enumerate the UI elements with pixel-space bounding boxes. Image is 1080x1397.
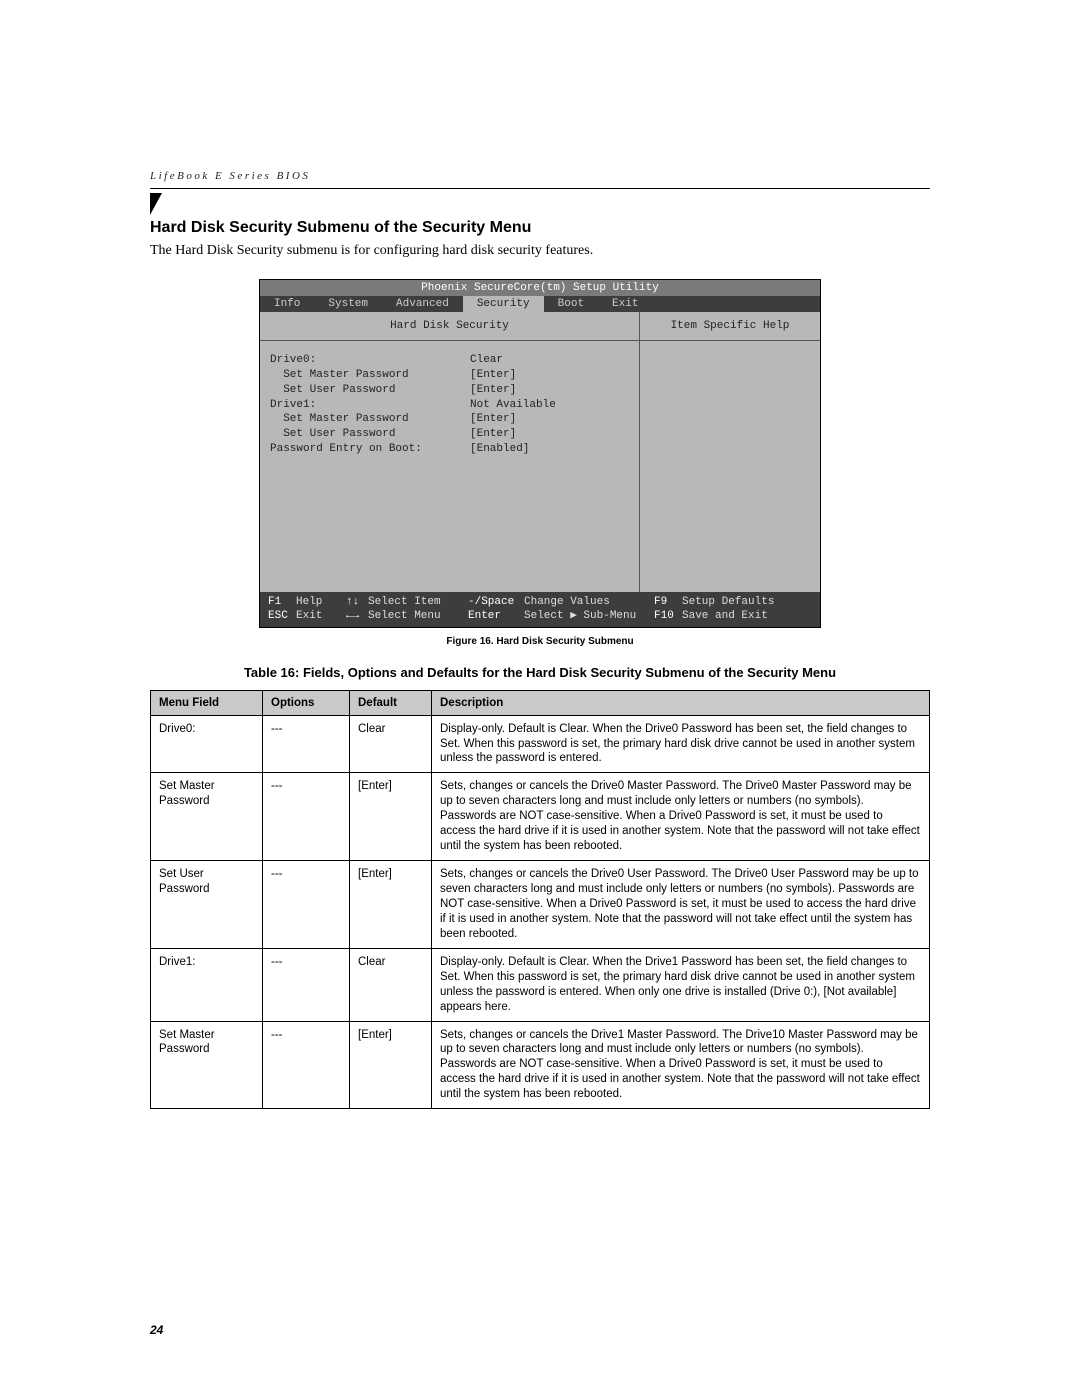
bios-tab-system[interactable]: System bbox=[314, 296, 382, 312]
bios-field-row: Password Entry on Boot:[Enabled] bbox=[270, 442, 629, 457]
cell-default: Clear bbox=[350, 715, 432, 773]
section-heading: Hard Disk Security Submenu of the Securi… bbox=[150, 219, 930, 237]
th-options: Options bbox=[263, 690, 350, 715]
running-head: LifeBook E Series BIOS bbox=[150, 170, 930, 182]
footer-val-exit: Exit bbox=[296, 609, 346, 623]
footer-val-save: Save and Exit bbox=[682, 609, 768, 623]
section-intro: The Hard Disk Security submenu is for co… bbox=[150, 243, 930, 259]
bios-field-row: Set User Password[Enter] bbox=[270, 383, 629, 398]
cell-field: Drive0: bbox=[151, 715, 263, 773]
cell-desc: Sets, changes or cancels the Drive0 User… bbox=[432, 861, 930, 949]
footer-val-select-menu: Select Menu bbox=[368, 609, 468, 623]
table-title: Table 16: Fields, Options and Defaults f… bbox=[150, 665, 930, 680]
footer-val-help: Help bbox=[296, 595, 346, 609]
cell-default: [Enter] bbox=[350, 1021, 432, 1109]
bios-field-value: Clear bbox=[470, 353, 503, 368]
bios-field-value: [Enter] bbox=[470, 412, 516, 427]
bios-tab-security[interactable]: Security bbox=[463, 296, 544, 312]
bios-field-value: [Enter] bbox=[470, 368, 516, 383]
th-desc: Description bbox=[432, 690, 930, 715]
cell-options: --- bbox=[263, 773, 350, 861]
bios-field-row: Drive1:Not Available bbox=[270, 398, 629, 413]
bios-menu-bar: Info System Advanced Security Boot Exit bbox=[260, 296, 820, 312]
bios-field-row: Set Master Password[Enter] bbox=[270, 412, 629, 427]
bios-footer: F1 Help ↑↓ Select Item -/Space Change Va… bbox=[260, 592, 820, 627]
footer-val-defaults: Setup Defaults bbox=[682, 595, 774, 609]
cell-options: --- bbox=[263, 1021, 350, 1109]
cell-desc: Display-only. Default is Clear. When the… bbox=[432, 715, 930, 773]
bios-field-value: [Enter] bbox=[470, 427, 516, 442]
table-row: Set Master Password---[Enter]Sets, chang… bbox=[151, 1021, 930, 1109]
th-default: Default bbox=[350, 690, 432, 715]
cell-options: --- bbox=[263, 861, 350, 949]
bios-field-label: Drive1: bbox=[270, 398, 470, 413]
cell-field: Drive1: bbox=[151, 948, 263, 1021]
spec-table: Menu Field Options Default Description D… bbox=[150, 690, 930, 1110]
table-row: Drive0:---ClearDisplay-only. Default is … bbox=[151, 715, 930, 773]
table-row: Drive1:---ClearDisplay-only. Default is … bbox=[151, 948, 930, 1021]
bios-tab-advanced[interactable]: Advanced bbox=[382, 296, 463, 312]
page-number: 24 bbox=[150, 1323, 163, 1337]
th-field: Menu Field bbox=[151, 690, 263, 715]
footer-key-leftright: ←→ bbox=[346, 609, 368, 623]
cell-desc: Sets, changes or cancels the Drive1 Mast… bbox=[432, 1021, 930, 1109]
footer-key-f10: F10 bbox=[654, 609, 682, 623]
header-rule bbox=[150, 188, 930, 189]
cell-options: --- bbox=[263, 948, 350, 1021]
cell-default: Clear bbox=[350, 948, 432, 1021]
footer-key-updown: ↑↓ bbox=[346, 595, 368, 609]
bios-field-label: Drive0: bbox=[270, 353, 470, 368]
bios-field-label: Password Entry on Boot: bbox=[270, 442, 470, 457]
bios-field-label: Set User Password bbox=[270, 427, 470, 442]
cell-options: --- bbox=[263, 715, 350, 773]
bios-tab-exit[interactable]: Exit bbox=[598, 296, 652, 312]
table-row: Set User Password---[Enter]Sets, changes… bbox=[151, 861, 930, 949]
footer-val-select-item: Select Item bbox=[368, 595, 468, 609]
cell-field: Set Master Password bbox=[151, 773, 263, 861]
footer-val-change: Change Values bbox=[524, 595, 654, 609]
cell-default: [Enter] bbox=[350, 861, 432, 949]
footer-key-f1: F1 bbox=[268, 595, 296, 609]
bios-window: Phoenix SecureCore(tm) Setup Utility Inf… bbox=[259, 279, 821, 628]
bios-right-header: Item Specific Help bbox=[640, 312, 820, 341]
pennant-icon bbox=[150, 193, 162, 215]
bios-field-value: [Enabled] bbox=[470, 442, 529, 457]
bios-field-row: Set Master Password[Enter] bbox=[270, 368, 629, 383]
bios-left-header: Hard Disk Security bbox=[260, 312, 639, 341]
bios-field-row: Drive0:Clear bbox=[270, 353, 629, 368]
figure-caption: Figure 16. Hard Disk Security Submenu bbox=[150, 636, 930, 647]
footer-key-enter: Enter bbox=[468, 609, 524, 623]
bios-field-value: [Enter] bbox=[470, 383, 516, 398]
cell-field: Set User Password bbox=[151, 861, 263, 949]
bios-field-row: Set User Password[Enter] bbox=[270, 427, 629, 442]
bios-field-label: Set Master Password bbox=[270, 412, 470, 427]
footer-val-submenu: Select ▶ Sub-Menu bbox=[524, 609, 654, 623]
bios-field-label: Set User Password bbox=[270, 383, 470, 398]
bios-tab-boot[interactable]: Boot bbox=[544, 296, 598, 312]
bios-title: Phoenix SecureCore(tm) Setup Utility bbox=[260, 280, 820, 296]
bios-fields: Drive0:Clear Set Master Password[Enter] … bbox=[260, 341, 639, 469]
footer-key-esc: ESC bbox=[268, 609, 296, 623]
bios-tab-info[interactable]: Info bbox=[260, 296, 314, 312]
cell-field: Set Master Password bbox=[151, 1021, 263, 1109]
bios-field-value: Not Available bbox=[470, 398, 556, 413]
cell-desc: Display-only. Default is Clear. When the… bbox=[432, 948, 930, 1021]
cell-default: [Enter] bbox=[350, 773, 432, 861]
footer-key-space: -/Space bbox=[468, 595, 524, 609]
table-row: Set Master Password---[Enter]Sets, chang… bbox=[151, 773, 930, 861]
cell-desc: Sets, changes or cancels the Drive0 Mast… bbox=[432, 773, 930, 861]
footer-key-f9: F9 bbox=[654, 595, 682, 609]
bios-field-label: Set Master Password bbox=[270, 368, 470, 383]
